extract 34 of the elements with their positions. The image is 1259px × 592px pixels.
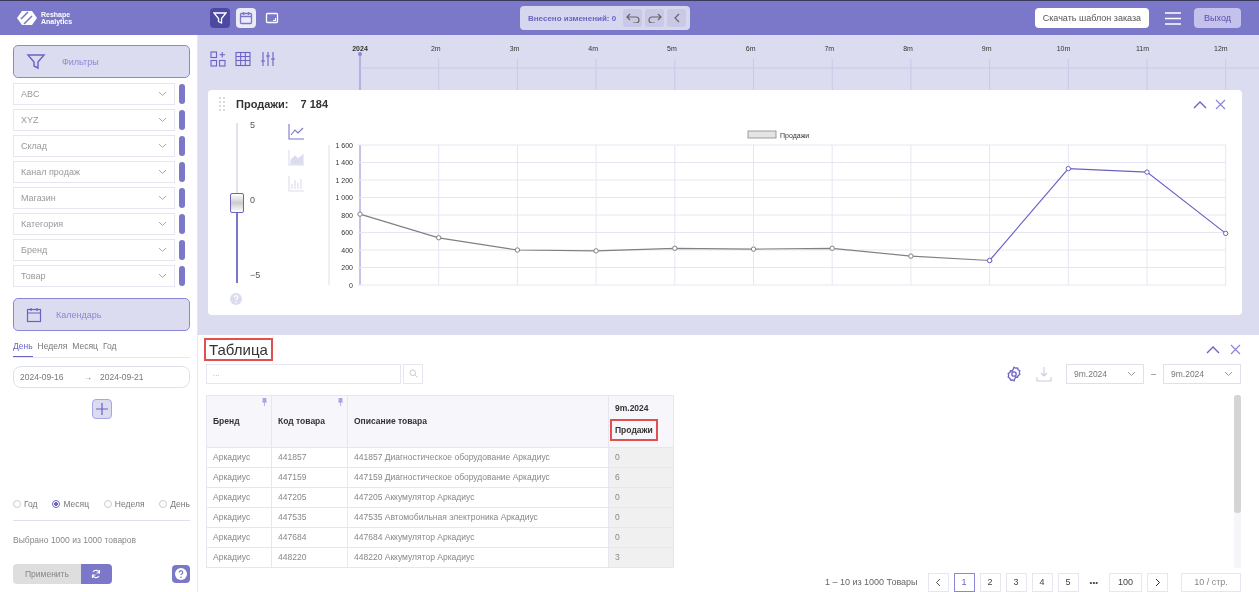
table-cell: Аркадиус [206, 467, 272, 488]
table-cell: 441857 Диагностическое оборудование Аркадиус [347, 447, 609, 468]
chart-total: 7 184 [300, 98, 329, 110]
column-label: Продажи [612, 421, 656, 440]
selection-info: Выбрано 1000 из 1000 товаров [13, 535, 138, 545]
table-cell: 447535 Автомобильная электроника Аркадиус [347, 507, 609, 528]
table-cell: 441857 [271, 447, 348, 468]
range-separator: – [1151, 368, 1156, 379]
table-cell: 448220 Аккумулятор Аркадиус [347, 547, 609, 568]
column-label: Код товара [278, 416, 326, 427]
slider-label: 5 [250, 120, 256, 130]
table-cell: 448220 [271, 547, 348, 568]
table-cell: 447205 [271, 487, 348, 508]
table-cell: Аркадиус [206, 527, 272, 548]
table-cell: Аркадиус [206, 547, 272, 568]
table-cell: 447684 Аккумулятор Аркадиус [347, 527, 609, 548]
column-label: Бренд [213, 416, 240, 427]
table-cell: Аркадиус [206, 507, 272, 528]
table-cell: Аркадиус [206, 447, 272, 468]
table-cell: 447684 [271, 527, 348, 548]
table-cell: 447159 Диагностическое оборудование Аркадиус [347, 467, 609, 488]
chart-title: Продажи: [236, 98, 289, 110]
slider-label: 0 [250, 195, 256, 205]
pagination-ellipsis: ••• [1089, 577, 1098, 587]
table-cell: Аркадиус [206, 487, 272, 508]
table-title: Таблица [206, 340, 271, 360]
table-cell: 447535 [271, 507, 348, 528]
column-label: Описание товара [354, 416, 427, 427]
changes-counter: Внесено изменений: 0 [528, 13, 617, 23]
table-cell: 447159 [271, 467, 348, 488]
table-cell: 447205 Аккумулятор Аркадиус [347, 487, 609, 508]
pagination-summary: 1 – 10 из 1000 Товары [824, 577, 918, 588]
column-group-label: 9m.2024 [615, 403, 650, 414]
slider-label: −5 [250, 270, 261, 280]
